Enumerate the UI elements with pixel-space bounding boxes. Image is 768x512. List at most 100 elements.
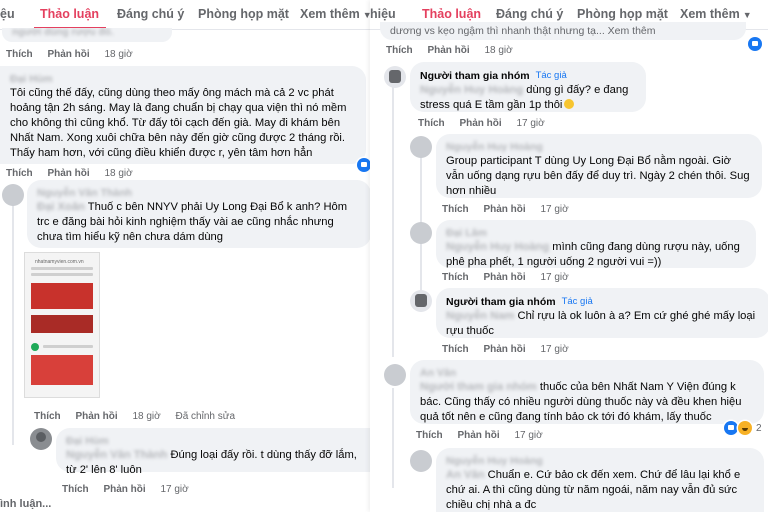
right-screenshot-panel: hiệu Thảo luận Đáng chú ý Phòng họp mặt … bbox=[370, 0, 768, 512]
avatar[interactable] bbox=[384, 66, 406, 88]
comment-text: người dùng rượu đó. bbox=[12, 28, 114, 38]
like-button[interactable]: Thích bbox=[442, 204, 469, 215]
comment-bubble: Người tham gia nhóm Tác giả Nguyễn Nam C… bbox=[436, 288, 768, 338]
reaction-count[interactable]: 2 bbox=[756, 423, 762, 434]
chevron-down-icon: ▼ bbox=[742, 10, 752, 20]
like-reaction-icon[interactable] bbox=[748, 37, 762, 51]
like-button[interactable]: Thích bbox=[6, 49, 33, 60]
comment-author[interactable]: Đại Hùm bbox=[66, 434, 364, 448]
comment-author[interactable]: Nguyễn Huy Hoàng bbox=[446, 140, 752, 154]
comment-actions: Thích Phản hồi 17 giờ bbox=[62, 484, 201, 495]
screenshot-banner bbox=[31, 315, 93, 333]
tab-discussion[interactable]: Thảo luận bbox=[40, 7, 99, 21]
comment-header: Người tham gia nhóm Tác giả bbox=[446, 294, 760, 309]
comment-time: 17 giờ bbox=[540, 272, 569, 283]
comment-time: 17 giờ bbox=[540, 204, 569, 215]
mention-tag[interactable]: Nguyễn Huy Hoàng bbox=[446, 241, 549, 253]
left-screenshot-panel: ệu Thảo luận Đáng chú ý Phòng họp mặt Xe… bbox=[0, 0, 376, 512]
avatar[interactable] bbox=[410, 450, 432, 472]
tab-more[interactable]: Xem thêm ▼ bbox=[680, 7, 752, 21]
reply-button[interactable]: Phản hồi bbox=[483, 204, 525, 215]
reply-button[interactable]: Phản hồi bbox=[459, 118, 501, 129]
like-button[interactable]: Thích bbox=[62, 484, 89, 495]
comment-actions: Thích Phản hồi 18 giờ bbox=[386, 45, 525, 56]
tab-more[interactable]: Xem thêm ▼ bbox=[300, 7, 372, 21]
comment-actions: Thích Phản hồi 18 giờ bbox=[6, 49, 145, 60]
comment-author[interactable]: Nguyễn Văn Thành bbox=[37, 186, 361, 200]
comment-actions: Thích Phản hồi 17 giờ bbox=[442, 344, 581, 355]
comment-time: 17 giờ bbox=[514, 430, 543, 441]
comment-bubble: Đại Hùm Nguyễn Văn Thành Đúng loại đấy r… bbox=[56, 428, 374, 476]
comment-bubble: Đại Lâm Nguyễn Huy Hoàng mình cũng đang … bbox=[436, 220, 756, 268]
comment-text: Tôi cũng thế đấy, cũng dùng theo mấy ông… bbox=[10, 87, 347, 159]
truncated-comment: người dùng rượu đó. bbox=[2, 28, 172, 42]
comment-bubble: Đại Hùm Tôi cũng thế đấy, cũng dùng theo… bbox=[0, 66, 366, 164]
like-reaction-icon[interactable] bbox=[724, 421, 738, 435]
comment-author[interactable]: Nguyễn Huy Hoàng bbox=[446, 454, 754, 468]
reply-button[interactable]: Phản hồi bbox=[427, 45, 469, 56]
avatar[interactable] bbox=[410, 290, 432, 312]
like-reaction-icon[interactable] bbox=[357, 158, 371, 172]
avatar[interactable] bbox=[384, 364, 406, 386]
reply-button[interactable]: Phản hồi bbox=[103, 484, 145, 495]
mention-tag[interactable]: Đại Xoăn bbox=[37, 201, 85, 213]
comment-time: 18 giờ bbox=[104, 168, 133, 179]
comment-actions: Thích Phản hồi 18 giờ Đã chỉnh sửa bbox=[34, 411, 247, 422]
comment-bubble: Nguyễn Văn Thành Đại Xoăn Thuố c bên NNY… bbox=[27, 180, 371, 248]
tab-rooms[interactable]: Phòng họp mặt bbox=[198, 7, 289, 21]
comment-time: 17 giờ bbox=[160, 484, 189, 495]
tab-discussion[interactable]: Thảo luận bbox=[422, 7, 481, 21]
comment-time: 17 giờ bbox=[516, 118, 545, 129]
like-button[interactable]: Thích bbox=[442, 272, 469, 283]
reply-button[interactable]: Phản hồi bbox=[483, 272, 525, 283]
mention-tag[interactable]: Nguyễn Văn Thành bbox=[66, 449, 167, 461]
comment-actions: Thích Phản hồi 17 giờ bbox=[442, 272, 581, 283]
haha-reaction-icon[interactable] bbox=[738, 421, 752, 435]
comment-bubble: Nguyễn Huy Hoàng An Văn Chuẩn e. Cứ bảo … bbox=[436, 448, 764, 512]
comment-author[interactable]: Đại Hùm bbox=[10, 72, 356, 86]
comment-bubble: Nguyễn Huy Hoàng Group participant T dùn… bbox=[436, 134, 762, 198]
reply-button[interactable]: Phản hồi bbox=[47, 49, 89, 60]
reply-button[interactable]: Phản hồi bbox=[47, 168, 89, 179]
tab-featured[interactable]: Đáng chú ý bbox=[496, 7, 563, 21]
tab-about[interactable]: ệu bbox=[0, 7, 15, 21]
truncated-comment: dương vs kẹo ngậm thì nhanh thật nhưng t… bbox=[380, 22, 746, 40]
screenshot-line bbox=[43, 345, 93, 348]
avatar[interactable] bbox=[410, 136, 432, 158]
like-button[interactable]: Thích bbox=[416, 430, 443, 441]
comment-actions: Thích Phản hồi 17 giờ bbox=[416, 430, 555, 441]
like-button[interactable]: Thích bbox=[442, 344, 469, 355]
thread-connector bbox=[12, 200, 14, 445]
comment-time: 18 giờ bbox=[484, 45, 513, 56]
mention-tag[interactable]: Nguyễn Huy Hoàng bbox=[420, 84, 523, 96]
attached-screenshot-image[interactable]: nhatnamyvien.com.vn bbox=[24, 252, 100, 398]
comment-author[interactable]: Đại Lâm bbox=[446, 226, 746, 240]
comment-time: 17 giờ bbox=[540, 344, 569, 355]
avatar[interactable] bbox=[410, 222, 432, 244]
more-comments-link[interactable]: ình luận... bbox=[0, 498, 51, 510]
like-button[interactable]: Thích bbox=[6, 168, 33, 179]
reply-button[interactable]: Phản hồi bbox=[75, 411, 117, 422]
comment-actions: Thích Phản hồi 18 giờ bbox=[6, 168, 145, 179]
tab-about[interactable]: hiệu bbox=[370, 7, 396, 21]
comment-author[interactable]: Người tham gia nhóm bbox=[420, 69, 530, 83]
mention-tag[interactable]: Nguyễn Nam bbox=[446, 310, 514, 322]
tab-rooms[interactable]: Phòng họp mặt bbox=[577, 7, 668, 21]
like-button[interactable]: Thích bbox=[386, 45, 413, 56]
avatar[interactable] bbox=[2, 184, 24, 206]
screenshot-line bbox=[31, 273, 93, 276]
avatar[interactable] bbox=[30, 428, 52, 450]
comment-text: Group participant T dùng Uy Long Đại Bổ … bbox=[446, 155, 750, 197]
mention-tag[interactable]: An Văn bbox=[446, 469, 485, 481]
like-button[interactable]: Thích bbox=[34, 411, 61, 422]
comment-author[interactable]: Người tham gia nhóm bbox=[446, 295, 556, 309]
like-button[interactable]: Thích bbox=[418, 118, 445, 129]
reply-button[interactable]: Phản hồi bbox=[457, 430, 499, 441]
reply-button[interactable]: Phản hồi bbox=[483, 344, 525, 355]
mention-tag[interactable]: Người tham gia nhóm bbox=[420, 381, 537, 393]
sad-face-icon bbox=[564, 99, 575, 109]
comment-author[interactable]: An Văn bbox=[420, 366, 754, 380]
tab-featured[interactable]: Đáng chú ý bbox=[117, 7, 184, 21]
screenshot-url: nhatnamyvien.com.vn bbox=[35, 259, 84, 265]
screenshot-banner bbox=[31, 283, 93, 309]
